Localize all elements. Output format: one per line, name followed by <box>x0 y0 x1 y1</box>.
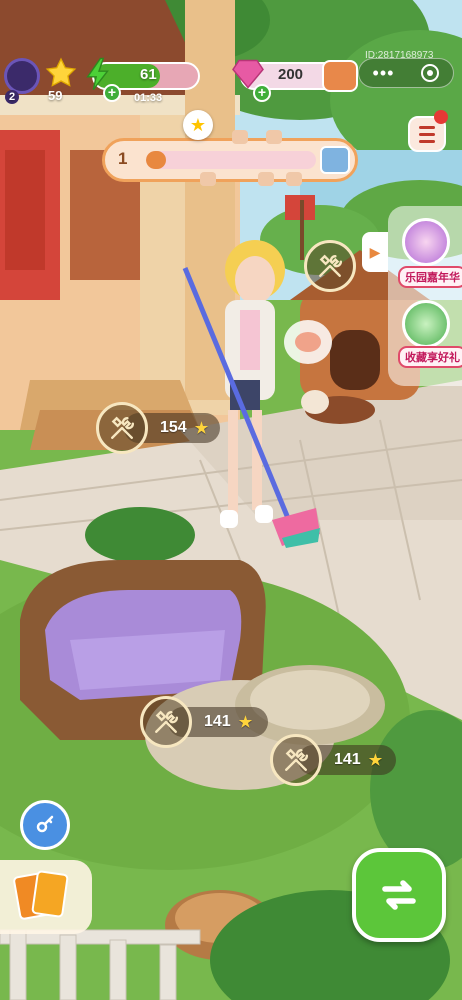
milestone-marker <box>266 130 282 144</box>
star-icon <box>45 57 77 87</box>
cards-icon[interactable] <box>12 869 69 924</box>
progress-track <box>146 151 316 169</box>
repair-task-button[interactable] <box>96 402 148 454</box>
hammer-wrench-icon <box>111 416 135 439</box>
milestone-marker <box>200 172 216 186</box>
energy-value: 61 <box>140 66 157 83</box>
star-icon: ★ <box>238 714 253 731</box>
carnival-event-label[interactable]: 乐园嘉年华 <box>398 266 462 288</box>
target-icon[interactable] <box>421 64 440 82</box>
task-cost: 141 <box>334 751 361 768</box>
carnival-event-icon[interactable] <box>402 218 450 266</box>
add-energy-button[interactable]: + <box>103 84 121 102</box>
add-gems-button[interactable]: + <box>253 84 271 102</box>
repair-task-button[interactable] <box>304 240 356 292</box>
chest-icon[interactable] <box>322 60 358 92</box>
progress-reward-icon[interactable] <box>320 146 350 174</box>
hammer-wrench-icon <box>155 710 179 733</box>
collection-event-label[interactable]: 收藏享好礼 <box>398 346 462 368</box>
repair-task-button[interactable] <box>270 734 322 786</box>
collapse-arrow-icon[interactable]: ▶ <box>362 232 388 272</box>
progress-level: 1 <box>118 149 128 168</box>
mini-program-capsule: ••• <box>358 58 454 88</box>
milestone-marker <box>286 172 302 186</box>
ham-icon <box>295 332 321 352</box>
hammer-wrench-icon <box>285 748 309 771</box>
star-icon: ★ <box>368 752 383 769</box>
star-milestone-icon: ★ <box>183 110 213 140</box>
collection-event-icon[interactable] <box>402 300 450 348</box>
task-cost: 154 <box>160 419 187 436</box>
hammer-wrench-icon <box>319 254 343 277</box>
more-icon[interactable]: ••• <box>373 63 395 84</box>
notification-dot <box>434 110 448 124</box>
swap-arrows-icon[interactable] <box>352 848 446 942</box>
avatar[interactable] <box>4 58 40 94</box>
energy-timer: 01:33 <box>134 92 163 104</box>
game-scene: 2 59 61 + 01:33 200 + ID:2817168973 ••• … <box>0 0 462 1000</box>
milestone-marker <box>258 172 274 186</box>
level-badge: 2 <box>5 90 19 104</box>
task-cost: 141 <box>204 713 231 730</box>
key-icon[interactable] <box>20 800 70 850</box>
star-count: 59 <box>48 88 63 103</box>
milestone-marker <box>232 130 248 144</box>
repair-task-button[interactable] <box>140 696 192 748</box>
gem-count: 200 <box>278 66 304 83</box>
star-icon: ★ <box>194 420 209 437</box>
progress-fill <box>146 151 167 169</box>
